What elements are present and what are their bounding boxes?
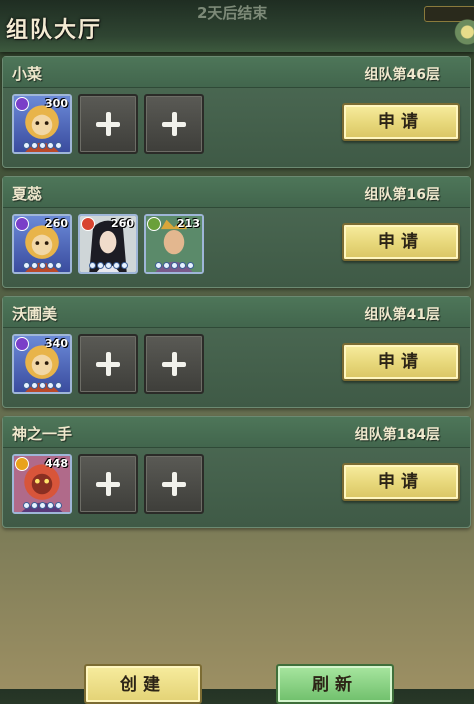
apply-button[interactable]: 申请 <box>342 463 460 501</box>
faction-badge-icon <box>147 217 161 231</box>
top-bar: 组队大厅 2天后结束 <box>0 0 474 52</box>
create-team-button[interactable]: 创建 <box>84 664 202 704</box>
faction-badge-icon <box>15 457 29 471</box>
faction-badge-icon <box>15 337 29 351</box>
team-name: 沃圃美 <box>12 305 58 323</box>
team-floor: 组队第184层 <box>354 427 440 443</box>
team-name: 小菜 <box>12 65 43 83</box>
empty-slot-button[interactable] <box>78 334 138 394</box>
team-card: 夏蕊 组队第16层 260 260 213 申请 <box>2 176 471 288</box>
team-card: 沃圃美 组队第41层 340 申请 <box>2 296 471 408</box>
team-card: 小菜 组队第46层 300 申请 <box>2 56 471 168</box>
star-rank-icon <box>16 502 68 510</box>
team-card: 神之一手 组队第184层 448 申请 <box>2 416 471 528</box>
team-floor: 组队第16层 <box>364 187 440 203</box>
apply-button[interactable]: 申请 <box>342 103 460 141</box>
faction-badge-icon <box>15 97 29 111</box>
hero-portrait[interactable]: 448 <box>12 454 72 514</box>
hero-portrait[interactable]: 260 <box>12 214 72 274</box>
star-rank-icon <box>82 262 134 270</box>
hero-portrait[interactable]: 300 <box>12 94 72 154</box>
page-title: 组队大厅 <box>6 17 103 43</box>
star-rank-icon <box>16 142 68 150</box>
star-rank-icon <box>16 262 68 270</box>
apply-button[interactable]: 申请 <box>342 343 460 381</box>
hero-level: 300 <box>45 97 68 110</box>
hero-portrait[interactable]: 213 <box>144 214 204 274</box>
team-name: 夏蕊 <box>12 185 43 203</box>
team-name: 神之一手 <box>12 425 73 443</box>
apply-button[interactable]: 申请 <box>342 223 460 261</box>
hero-level: 260 <box>45 217 68 230</box>
hero-level: 340 <box>45 337 68 350</box>
empty-slot-button[interactable] <box>78 94 138 154</box>
star-rank-icon <box>148 262 200 270</box>
team-floor: 组队第46层 <box>364 67 440 83</box>
event-countdown: 2天后结束 <box>197 4 268 22</box>
faction-badge-icon <box>15 217 29 231</box>
empty-slot-button[interactable] <box>144 454 204 514</box>
jade-ornament-icon <box>452 12 474 52</box>
faction-badge-icon <box>81 217 95 231</box>
hero-level: 448 <box>45 457 68 470</box>
empty-slot-button[interactable] <box>144 94 204 154</box>
hero-level: 260 <box>111 217 134 230</box>
empty-slot-button[interactable] <box>144 334 204 394</box>
hero-level: 213 <box>177 217 200 230</box>
team-floor: 组队第41层 <box>364 307 440 323</box>
empty-slot-button[interactable] <box>78 454 138 514</box>
hero-portrait[interactable]: 260 <box>78 214 138 274</box>
hero-portrait[interactable]: 340 <box>12 334 72 394</box>
refresh-list-button[interactable]: 刷新 <box>276 664 394 704</box>
star-rank-icon <box>16 382 68 390</box>
